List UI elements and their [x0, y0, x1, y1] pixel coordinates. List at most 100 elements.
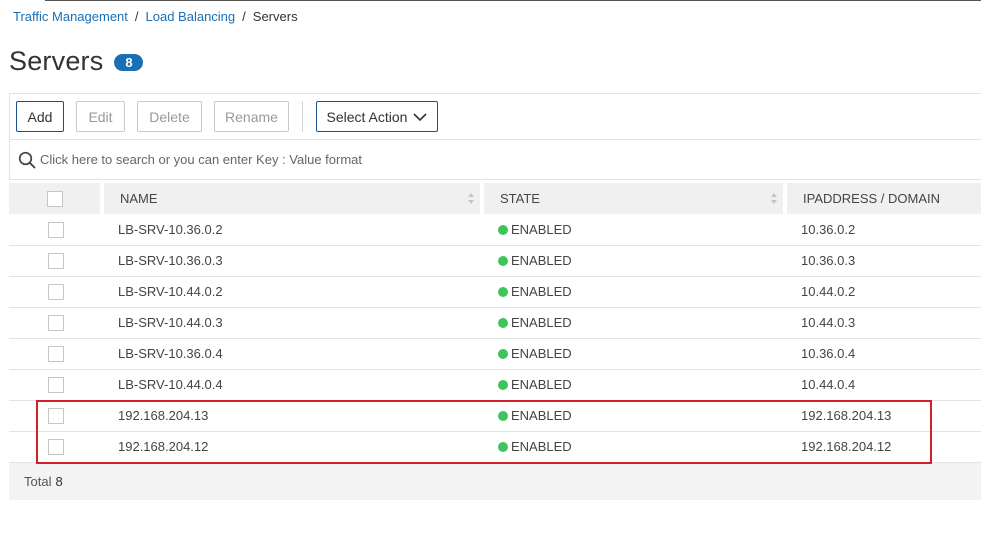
breadcrumb-separator: /	[134, 9, 139, 24]
server-ip: 10.36.0.3	[785, 245, 981, 277]
search-bar[interactable]	[9, 139, 981, 180]
servers-table: NAME STATE IPADDRESS / DOMAIN LB-SRV-10.…	[9, 183, 981, 463]
column-header-state[interactable]: STATE	[482, 183, 787, 214]
column-header-name[interactable]: NAME	[102, 183, 484, 214]
server-name: LB-SRV-10.36.0.2	[102, 214, 482, 246]
server-state: ENABLED	[511, 221, 572, 237]
row-checkbox[interactable]	[47, 283, 64, 300]
server-ip: 10.44.0.3	[785, 307, 981, 339]
column-header-name-label: NAME	[120, 191, 158, 206]
total-label: Total	[24, 474, 52, 489]
breadcrumb-current: Servers	[252, 9, 298, 24]
status-dot-icon	[498, 411, 508, 421]
row-checkbox[interactable]	[47, 376, 64, 393]
add-button[interactable]: Add	[16, 101, 64, 132]
sort-icon[interactable]	[468, 193, 474, 204]
server-name: LB-SRV-10.36.0.4	[102, 338, 482, 370]
title-row: Servers 8	[9, 46, 144, 77]
table-row[interactable]: LB-SRV-10.36.0.3 ENABLED 10.36.0.3	[9, 245, 981, 277]
server-state-cell: ENABLED	[482, 431, 785, 463]
server-name: 192.168.204.12	[102, 431, 482, 463]
breadcrumb-separator: /	[242, 9, 246, 24]
row-select-cell	[9, 214, 102, 246]
table-footer: Total 8	[9, 463, 981, 500]
top-divider	[45, 0, 981, 1]
column-header-ipaddress[interactable]: IPADDRESS / DOMAIN	[785, 183, 981, 214]
table-header-row: NAME STATE IPADDRESS / DOMAIN	[9, 183, 981, 214]
row-checkbox[interactable]	[47, 252, 64, 269]
server-state: ENABLED	[511, 284, 572, 299]
server-ip: 192.168.204.12	[785, 431, 981, 463]
select-all-cell	[9, 183, 104, 214]
total-value: 8	[55, 474, 63, 489]
row-checkbox[interactable]	[47, 221, 64, 238]
select-all-checkbox[interactable]	[46, 190, 63, 207]
server-state-cell: ENABLED	[482, 245, 785, 277]
server-state: ENABLED	[511, 315, 572, 330]
toolbar-divider	[302, 101, 303, 132]
server-ip: 10.36.0.4	[785, 338, 981, 370]
server-name: LB-SRV-10.44.0.2	[102, 276, 482, 308]
page-title: Servers	[9, 46, 104, 76]
server-state-cell: ENABLED	[482, 400, 785, 432]
status-dot-icon	[498, 318, 508, 328]
status-dot-icon	[498, 349, 508, 359]
status-dot-icon	[498, 442, 508, 452]
table-row[interactable]: LB-SRV-10.36.0.4 ENABLED 10.36.0.4	[9, 338, 981, 370]
row-select-cell	[9, 400, 102, 432]
sort-icon[interactable]	[771, 193, 777, 204]
server-state: ENABLED	[511, 253, 572, 268]
table-row[interactable]: 192.168.204.12 ENABLED 192.168.204.12	[9, 431, 981, 463]
table-row[interactable]: LB-SRV-10.36.0.2 ENABLED 10.36.0.2	[9, 214, 981, 246]
breadcrumb-traffic-management[interactable]: Traffic Management	[13, 9, 128, 24]
table-row[interactable]: 192.168.204.13 ENABLED 192.168.204.13	[9, 400, 981, 432]
search-input[interactable]	[40, 152, 640, 167]
column-header-state-label: STATE	[500, 191, 540, 206]
row-select-cell	[9, 431, 102, 463]
row-select-cell	[9, 276, 102, 308]
server-name: LB-SRV-10.44.0.4	[102, 369, 482, 401]
server-state: ENABLED	[511, 346, 572, 361]
server-state-cell: ENABLED	[482, 369, 785, 401]
server-name: LB-SRV-10.36.0.3	[102, 245, 482, 277]
status-dot-icon	[498, 287, 508, 297]
server-state-cell: ENABLED	[482, 338, 785, 370]
delete-button[interactable]: Delete	[137, 101, 202, 132]
status-dot-icon	[498, 224, 508, 235]
chevron-down-icon	[413, 112, 428, 121]
row-select-cell	[9, 338, 102, 370]
row-checkbox[interactable]	[47, 407, 64, 424]
row-checkbox[interactable]	[47, 438, 64, 455]
select-action-dropdown[interactable]: Select Action	[316, 101, 438, 132]
server-state: ENABLED	[511, 439, 572, 454]
rename-button[interactable]: Rename	[214, 101, 289, 132]
server-ip: 10.36.0.2	[785, 214, 981, 246]
toolbar: Add Edit Delete Rename Select Action	[9, 93, 981, 139]
table-row[interactable]: LB-SRV-10.44.0.2 ENABLED 10.44.0.2	[9, 276, 981, 308]
row-select-cell	[9, 369, 102, 401]
server-state-cell: ENABLED	[482, 307, 785, 339]
row-checkbox[interactable]	[47, 314, 64, 331]
status-dot-icon	[498, 380, 508, 390]
server-state-cell: ENABLED	[482, 214, 785, 246]
server-ip: 10.44.0.2	[785, 276, 981, 308]
row-select-cell	[9, 245, 102, 277]
row-checkbox[interactable]	[47, 345, 64, 362]
select-action-label: Select Action	[326, 108, 408, 125]
count-badge: 8	[114, 54, 144, 71]
server-ip: 192.168.204.13	[785, 400, 981, 432]
server-name: 192.168.204.13	[102, 400, 482, 432]
table-row[interactable]: LB-SRV-10.44.0.3 ENABLED 10.44.0.3	[9, 307, 981, 339]
server-name: LB-SRV-10.44.0.3	[102, 307, 482, 339]
table-row[interactable]: LB-SRV-10.44.0.4 ENABLED 10.44.0.4	[9, 369, 981, 401]
column-header-ipaddress-label: IPADDRESS / DOMAIN	[803, 191, 941, 206]
status-dot-icon	[498, 256, 508, 266]
edit-button[interactable]: Edit	[76, 101, 125, 132]
server-state: ENABLED	[511, 408, 572, 423]
server-state: ENABLED	[511, 377, 572, 392]
row-select-cell	[9, 307, 102, 339]
breadcrumb: Traffic Management / Load Balancing / Server…	[13, 9, 298, 24]
server-ip: 10.44.0.4	[785, 369, 981, 401]
breadcrumb-load-balancing[interactable]: Load Balancing	[146, 9, 236, 24]
search-icon	[18, 151, 36, 168]
